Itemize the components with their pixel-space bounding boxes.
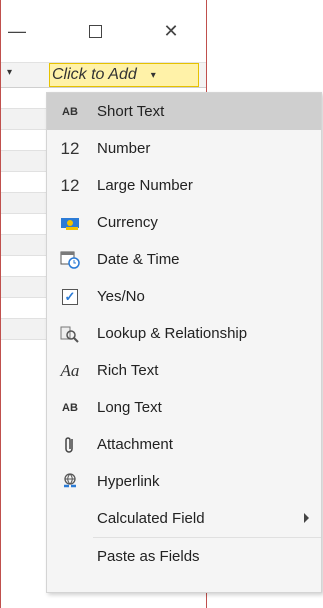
menu-item-label: Rich Text (97, 362, 159, 379)
title-bar: — ✕ (1, 0, 206, 63)
table-row[interactable] (1, 130, 47, 151)
minimize-icon: — (8, 20, 26, 41)
long-text-icon: AB (62, 401, 78, 414)
table-row[interactable] (1, 256, 47, 277)
large-number-icon: 12 (60, 175, 80, 195)
calendar-clock-icon (47, 251, 93, 269)
table-row[interactable] (1, 214, 47, 235)
rich-text-icon: Aa (60, 360, 80, 380)
menu-item-paste-as-fields[interactable]: Paste as Fields (47, 538, 321, 575)
checkbox-icon: ✓ (62, 288, 78, 305)
menu-item-lookup-relationship[interactable]: Lookup & Relationship (47, 315, 321, 352)
menu-item-attachment[interactable]: Attachment (47, 426, 321, 463)
checkmark-glyph: ✓ (64, 288, 76, 304)
minimize-button[interactable]: — (0, 14, 37, 48)
menu-item-number[interactable]: 12 Number (47, 130, 321, 167)
menu-item-calculated-field[interactable]: Calculated Field (47, 500, 321, 537)
table-row[interactable] (1, 88, 47, 109)
menu-item-label: Long Text (97, 399, 162, 416)
menu-item-short-text[interactable]: AB Short Text (47, 93, 321, 130)
table-row[interactable] (1, 172, 47, 193)
menu-item-label: Short Text (97, 103, 165, 120)
hyperlink-icon (47, 472, 93, 492)
menu-item-label: Hyperlink (97, 473, 160, 490)
currency-icon (47, 215, 93, 231)
table-row[interactable] (1, 235, 47, 256)
menu-item-hyperlink[interactable]: Hyperlink (47, 463, 321, 500)
previous-column-dropdown-icon[interactable]: ▾ (7, 67, 12, 78)
menu-item-currency[interactable]: Currency (47, 204, 321, 241)
ab-text-icon: AB (62, 105, 78, 118)
menu-item-large-number[interactable]: 12 Large Number (47, 167, 321, 204)
menu-item-label: Lookup & Relationship (97, 325, 248, 342)
table-row[interactable] (1, 109, 47, 130)
table-row[interactable] (1, 298, 47, 319)
table-row[interactable] (1, 151, 47, 172)
menu-item-label: Yes/No (97, 288, 145, 305)
table-row[interactable] (1, 277, 47, 298)
menu-item-label: Paste as Fields (97, 548, 200, 565)
menu-item-label: Calculated Field (97, 510, 205, 527)
close-button[interactable]: ✕ (151, 14, 191, 48)
menu-item-rich-text[interactable]: Aa Rich Text (47, 352, 321, 389)
paperclip-icon (47, 435, 93, 455)
click-to-add-dropdown-icon[interactable]: ▾ (151, 70, 156, 81)
menu-item-yes-no[interactable]: ✓ Yes/No (47, 278, 321, 315)
menu-item-label: Date & Time (97, 251, 180, 268)
maximize-icon (88, 24, 102, 38)
table-row[interactable] (1, 319, 47, 340)
field-type-menu: AB Short Text 12 Number 12 Large Number … (46, 92, 322, 593)
maximize-button[interactable] (75, 14, 115, 48)
checkbox-icon-wrapper: ✓ (47, 288, 93, 305)
submenu-arrow-icon (304, 513, 309, 523)
menu-item-label: Large Number (97, 177, 193, 194)
click-to-add-header[interactable]: Click to Add ▾ (49, 63, 199, 87)
table-row[interactable] (1, 193, 47, 214)
menu-item-label: Number (97, 140, 151, 157)
menu-item-date-time[interactable]: Date & Time (47, 241, 321, 278)
menu-item-label: Currency (97, 214, 158, 231)
number-icon: 12 (60, 138, 80, 158)
menu-item-long-text[interactable]: AB Long Text (47, 389, 321, 426)
menu-item-label: Attachment (97, 436, 173, 453)
click-to-add-label: Click to Add (52, 66, 137, 83)
lookup-icon (47, 325, 93, 343)
close-icon: ✕ (163, 20, 179, 41)
